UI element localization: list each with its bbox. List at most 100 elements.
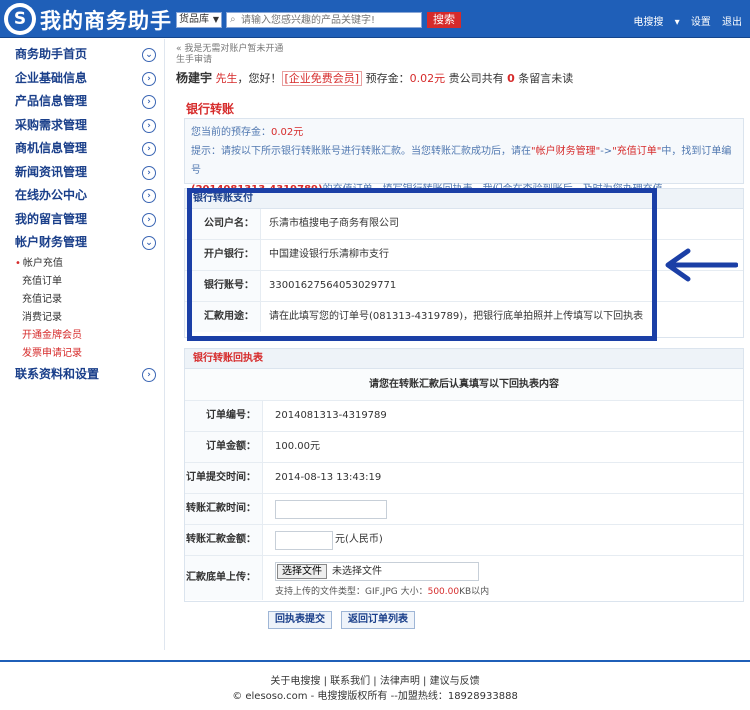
chevron-right-icon[interactable]: › [142, 367, 156, 382]
row-label: 订单提交时间： [185, 463, 263, 493]
search-box[interactable]: ⌕ [226, 12, 422, 28]
welcome-line: 杨建宇 先生，您好！ [企业免费会员] 预存金：0.02元 贵公司共有 0 条留言… [176, 70, 746, 87]
form-note: 请您在转账汇款后认真填写以下回执表内容 [185, 369, 743, 401]
info-box: 您当前的预存金：0.02元 提示：请按以下所示银行转账账号进行转账汇款。当您转账… [184, 118, 744, 195]
sidebar-item-home[interactable]: 商务助手首页 ⌄ [0, 43, 164, 67]
chevron-right-icon[interactable]: › [142, 212, 156, 227]
sidebar-item-label: 产品信息管理 [15, 94, 88, 108]
table-row: 订单编号： 2014081313-4319789 [185, 401, 743, 432]
breadcrumb-line-1[interactable]: « 我是无需对账户暂未开通 [176, 44, 746, 55]
file-status: 未选择文件 [332, 566, 382, 577]
submit-receipt-button[interactable]: 回执表提交 [268, 611, 332, 629]
row-label: 转账汇款金额： [185, 525, 263, 555]
top-header: S 我的商务助手 货品库 ▼ ⌕ 搜索 电搜搜 ▾ 设置 退出 [0, 0, 750, 38]
sidebar-item-label: 企业基础信息 [15, 70, 88, 85]
settings-link[interactable]: 设置 [691, 17, 711, 28]
page-title: 银行转账 [186, 102, 235, 116]
sidebar-item-label: 新闻资讯管理 [15, 164, 88, 179]
user-menu[interactable]: 电搜搜 ▾ [625, 17, 679, 28]
order-amount-value: 100.00元 [275, 441, 320, 452]
choose-file-button[interactable]: 选择文件 [277, 564, 327, 579]
chevron-right-icon[interactable]: › [142, 189, 156, 203]
search-button[interactable]: 搜索 [427, 12, 461, 28]
sidebar-item-news[interactable]: 新闻资讯管理 › [0, 161, 164, 184]
chevron-right-icon[interactable]: › [142, 165, 156, 180]
table-row: 汇款底单上传： 选择文件 未选择文件 支持上传的文件类型：GIF,JPG 大小：… [185, 556, 743, 600]
table-row: 订单金额： 100.00元 [185, 432, 743, 463]
balance-value: 0.02元 [271, 127, 304, 138]
user-title: 先生 [215, 72, 238, 85]
sidebar-subitem-recharge-records[interactable]: 充值记录 [0, 291, 164, 309]
brand-title[interactable]: 我的商务助手 [40, 5, 172, 35]
sidebar-item-products[interactable]: 产品信息管理 › [0, 90, 164, 114]
user-menu-label: 电搜搜 [633, 17, 664, 28]
panel-title: 银行转账回执表 [185, 349, 743, 369]
sidebar-item-label: 帐户财务管理 [15, 235, 88, 249]
sidebar-subitem-gold-member[interactable]: 开通金牌会员 [0, 327, 164, 345]
sidebar-item-messages[interactable]: 我的留言管理 › [0, 208, 164, 231]
transfer-receipt-form: 银行转账回执表 请您在转账汇款后认真填写以下回执表内容 订单编号： 201408… [184, 348, 744, 602]
chevron-down-icon[interactable]: ⌄ [142, 236, 156, 250]
prepaid-label: 预存金： [365, 72, 410, 85]
footer-copyright: © elesoso.com - 电搜搜版权所有 --加盟热线：189289338… [232, 691, 518, 702]
brand-logo-icon[interactable]: S [4, 3, 36, 35]
member-badge[interactable]: [企业免费会员] [281, 71, 363, 86]
sidebar-item-label: 联系资料和设置 [15, 366, 100, 381]
sidebar-item-company-info[interactable]: 企业基础信息 › [0, 67, 164, 90]
sidebar-item-office[interactable]: 在线办公中心 › [0, 184, 164, 208]
logout-link[interactable]: 退出 [722, 17, 742, 28]
sidebar-item-finance[interactable]: 帐户财务管理 ⌄ [0, 231, 164, 255]
chevron-right-icon[interactable]: › [142, 142, 156, 156]
sidebar-item-label: 在线办公中心 [15, 188, 88, 202]
row-label: 汇款底单上传： [185, 556, 263, 600]
sidebar-item-purchase[interactable]: 采购需求管理 › [0, 114, 164, 137]
sidebar-subitem-recharge[interactable]: 帐户充值 [0, 255, 164, 273]
chevron-right-icon[interactable]: › [142, 95, 156, 109]
company-prefix: 贵公司共有 [448, 72, 504, 85]
footer-links[interactable]: 关于电搜搜 | 联系我们 | 法律声明 | 建议与反馈 [0, 674, 750, 689]
sidebar-item-business[interactable]: 商机信息管理 › [0, 137, 164, 161]
sidebar-subitem-consumption[interactable]: 消费记录 [0, 309, 164, 327]
search-input[interactable] [241, 13, 419, 27]
tip-orders-link[interactable]: "充值订单" [612, 146, 661, 157]
chevron-down-icon: ▼ [212, 15, 219, 24]
row-label: 订单金额： [185, 432, 263, 462]
order-time-value: 2014-08-13 13:43:19 [275, 472, 382, 483]
table-row: 转账汇款时间： [185, 494, 743, 525]
breadcrumb-line-2: 生手审请 [176, 55, 213, 65]
sidebar-item-label: 商务助手首页 [15, 47, 88, 61]
highlight-frame [187, 188, 657, 341]
sidebar-item-contact-settings[interactable]: 联系资料和设置 › [0, 363, 164, 386]
sidebar-item-label: 我的留言管理 [15, 211, 88, 226]
sidebar-item-label: 采购需求管理 [15, 117, 88, 132]
prepaid-value: 0.02元 [409, 72, 446, 85]
chevron-right-icon[interactable]: › [142, 71, 156, 86]
transfer-time-input[interactable] [275, 500, 387, 519]
row-label: 订单编号： [185, 401, 263, 431]
amount-unit: 元(人民币) [335, 534, 383, 545]
sidebar: 商务助手首页 ⌄ 企业基础信息 › 产品信息管理 › 采购需求管理 › 商机信息管理 › … [0, 39, 165, 650]
tip-finance-link[interactable]: "帐户财务管理" [531, 146, 600, 157]
message-suffix: 条留言未读 [518, 72, 574, 85]
file-hint-suffix: KB以内 [459, 587, 490, 597]
chevron-down-icon: ▾ [674, 17, 680, 28]
sidebar-subitem-invoice[interactable]: 发票申请记录 [0, 345, 164, 363]
tip-text: 提示：请按以下所示银行转账账号进行转账汇款。当您转账汇款成功后，请在 [191, 146, 531, 157]
transfer-amount-input[interactable] [275, 531, 333, 550]
arrow-left-icon [665, 248, 738, 282]
chevron-right-icon[interactable]: › [142, 118, 156, 133]
logo-letter: S [8, 7, 32, 31]
search-category-select[interactable]: 货品库 ▼ [176, 12, 222, 28]
main-content: « 我是无需对账户暂未开通 生手审请 杨建宇 先生，您好！ [企业免费会员] 预存… [176, 44, 746, 87]
table-row: 转账汇款金额： 元(人民币) [185, 525, 743, 556]
balance-line: 您当前的预存金：0.02元 [191, 123, 737, 142]
sidebar-subitem-recharge-orders[interactable]: 充值订单 [0, 273, 164, 291]
message-count[interactable]: 0 [507, 72, 515, 85]
chevron-down-icon[interactable]: ⌄ [142, 48, 156, 62]
file-upload-field[interactable]: 选择文件 未选择文件 [275, 562, 479, 581]
table-row: 订单提交时间： 2014-08-13 13:43:19 [185, 463, 743, 494]
back-to-orders-button[interactable]: 返回订单列表 [341, 611, 415, 629]
file-hint-text: 支持上传的文件类型：GIF,JPG 大小： [275, 587, 428, 597]
tip-line: 提示：请按以下所示银行转账账号进行转账汇款。当您转账汇款成功后，请在"帐户财务管… [191, 142, 737, 180]
row-label: 转账汇款时间： [185, 494, 263, 524]
